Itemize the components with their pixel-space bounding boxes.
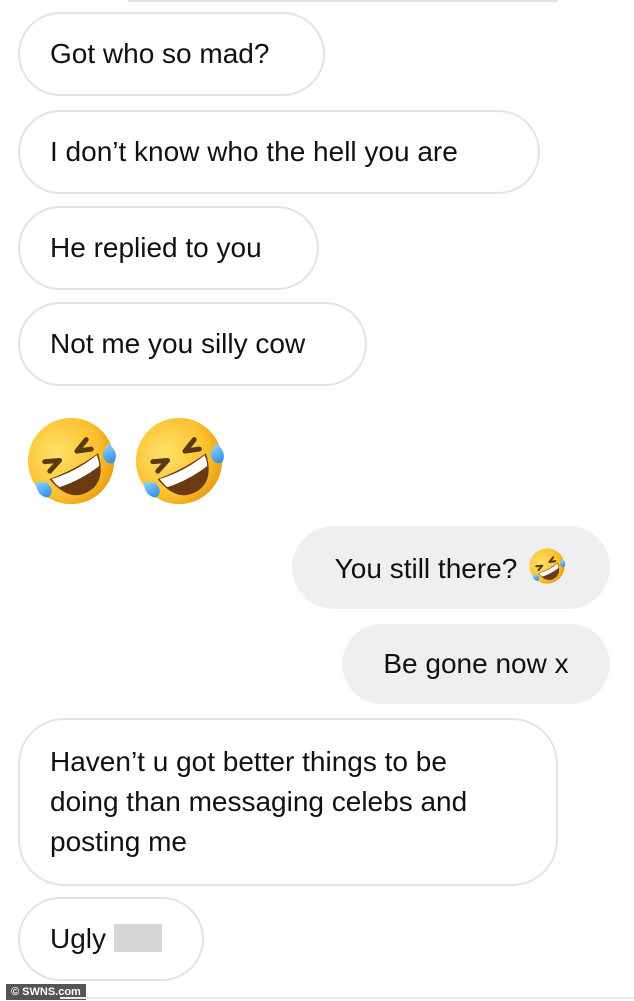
message-text: Ugly: [50, 923, 107, 954]
message-text: Be gone now x: [383, 648, 569, 679]
message-text: You still there?: [334, 553, 518, 584]
message-bubble-outgoing[interactable]: You still there?: [292, 526, 610, 609]
message-line: posting me: [50, 826, 187, 857]
rolling-on-floor-laughing-icon: [527, 546, 567, 586]
emoji-message[interactable]: [22, 412, 228, 510]
bottom-divider: [60, 997, 634, 999]
rolling-on-floor-laughing-icon: [22, 412, 120, 510]
message-bubble-outgoing[interactable]: Be gone now x: [342, 624, 610, 704]
message-bubble-incoming[interactable]: Got who so mad?: [18, 12, 325, 96]
message-text: Got who so mad?: [50, 38, 270, 69]
message-bubble-incoming[interactable]: I don’t know who the hell you are: [18, 110, 540, 194]
message-bubble-incoming[interactable]: Not me you silly cow: [18, 302, 367, 386]
message-bubble-incoming[interactable]: He replied to you: [18, 206, 319, 290]
message-text: I don’t know who the hell you are: [50, 136, 458, 167]
message-line: Haven’t u got better things to be: [50, 746, 447, 777]
message-bubble-incoming[interactable]: Haven’t u got better things to be doing …: [18, 718, 558, 886]
rolling-on-floor-laughing-icon: [130, 412, 228, 510]
message-bubble-incoming[interactable]: Ugly: [18, 897, 204, 981]
message-line: doing than messaging celebs and: [50, 786, 468, 817]
message-text: He replied to you: [50, 232, 262, 263]
top-divider: [128, 0, 558, 2]
message-text: Not me you silly cow: [50, 328, 306, 359]
redacted-name-block: [114, 924, 163, 952]
